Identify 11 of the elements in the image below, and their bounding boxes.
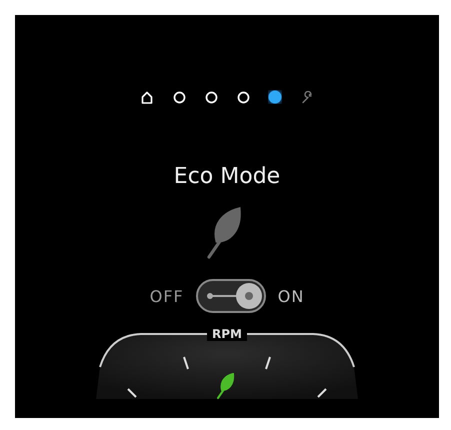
page-dot-active[interactable] [268,90,282,104]
off-label: OFF [150,286,184,306]
page-dot[interactable] [236,90,250,104]
home-icon[interactable] [140,90,154,104]
eco-mode-switch[interactable] [196,279,266,313]
page-dot[interactable] [204,90,218,104]
on-label: ON [278,286,304,306]
screen-title: Eco Mode [174,163,280,191]
rpm-label: RPM [207,327,247,341]
wrench-icon[interactable] [300,90,314,104]
page-dot[interactable] [172,90,186,104]
